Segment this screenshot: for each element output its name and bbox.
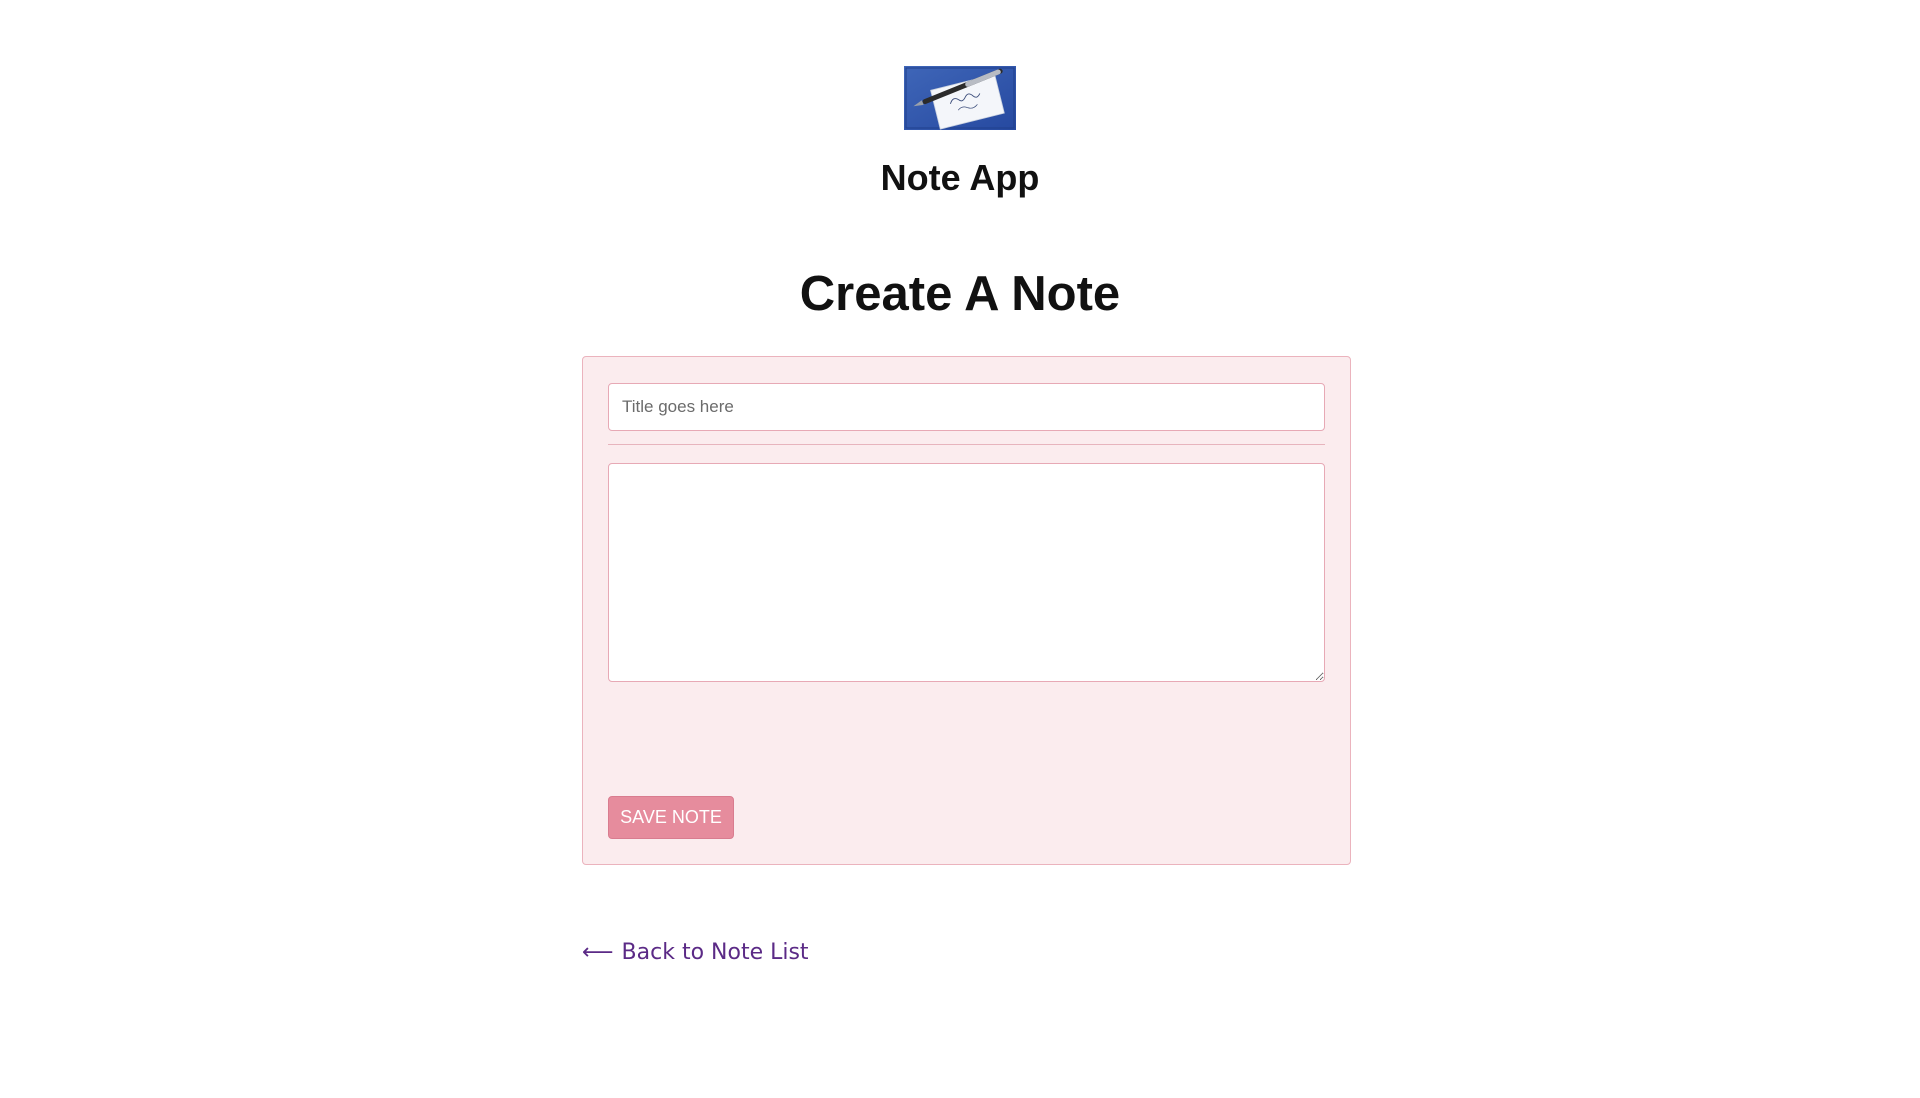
create-note-form: SAVE NOTE xyxy=(582,356,1351,865)
note-body-textarea[interactable] xyxy=(608,463,1325,682)
back-link-label: Back to Note List xyxy=(621,940,809,965)
form-divider xyxy=(608,444,1325,445)
app-title: Note App xyxy=(880,157,1040,198)
header: Note App xyxy=(0,66,1920,202)
save-note-button[interactable]: SAVE NOTE xyxy=(608,796,734,839)
back-arrow-icon: ⟵ xyxy=(582,940,614,965)
page: Note App Create A Note SAVE NOTE ⟵ Back … xyxy=(0,0,1920,1098)
page-title: Create A Note xyxy=(799,267,1121,321)
note-logo-image xyxy=(904,66,1016,130)
note-title-input[interactable] xyxy=(608,383,1325,431)
back-to-note-list-link[interactable]: ⟵ Back to Note List xyxy=(582,938,809,968)
